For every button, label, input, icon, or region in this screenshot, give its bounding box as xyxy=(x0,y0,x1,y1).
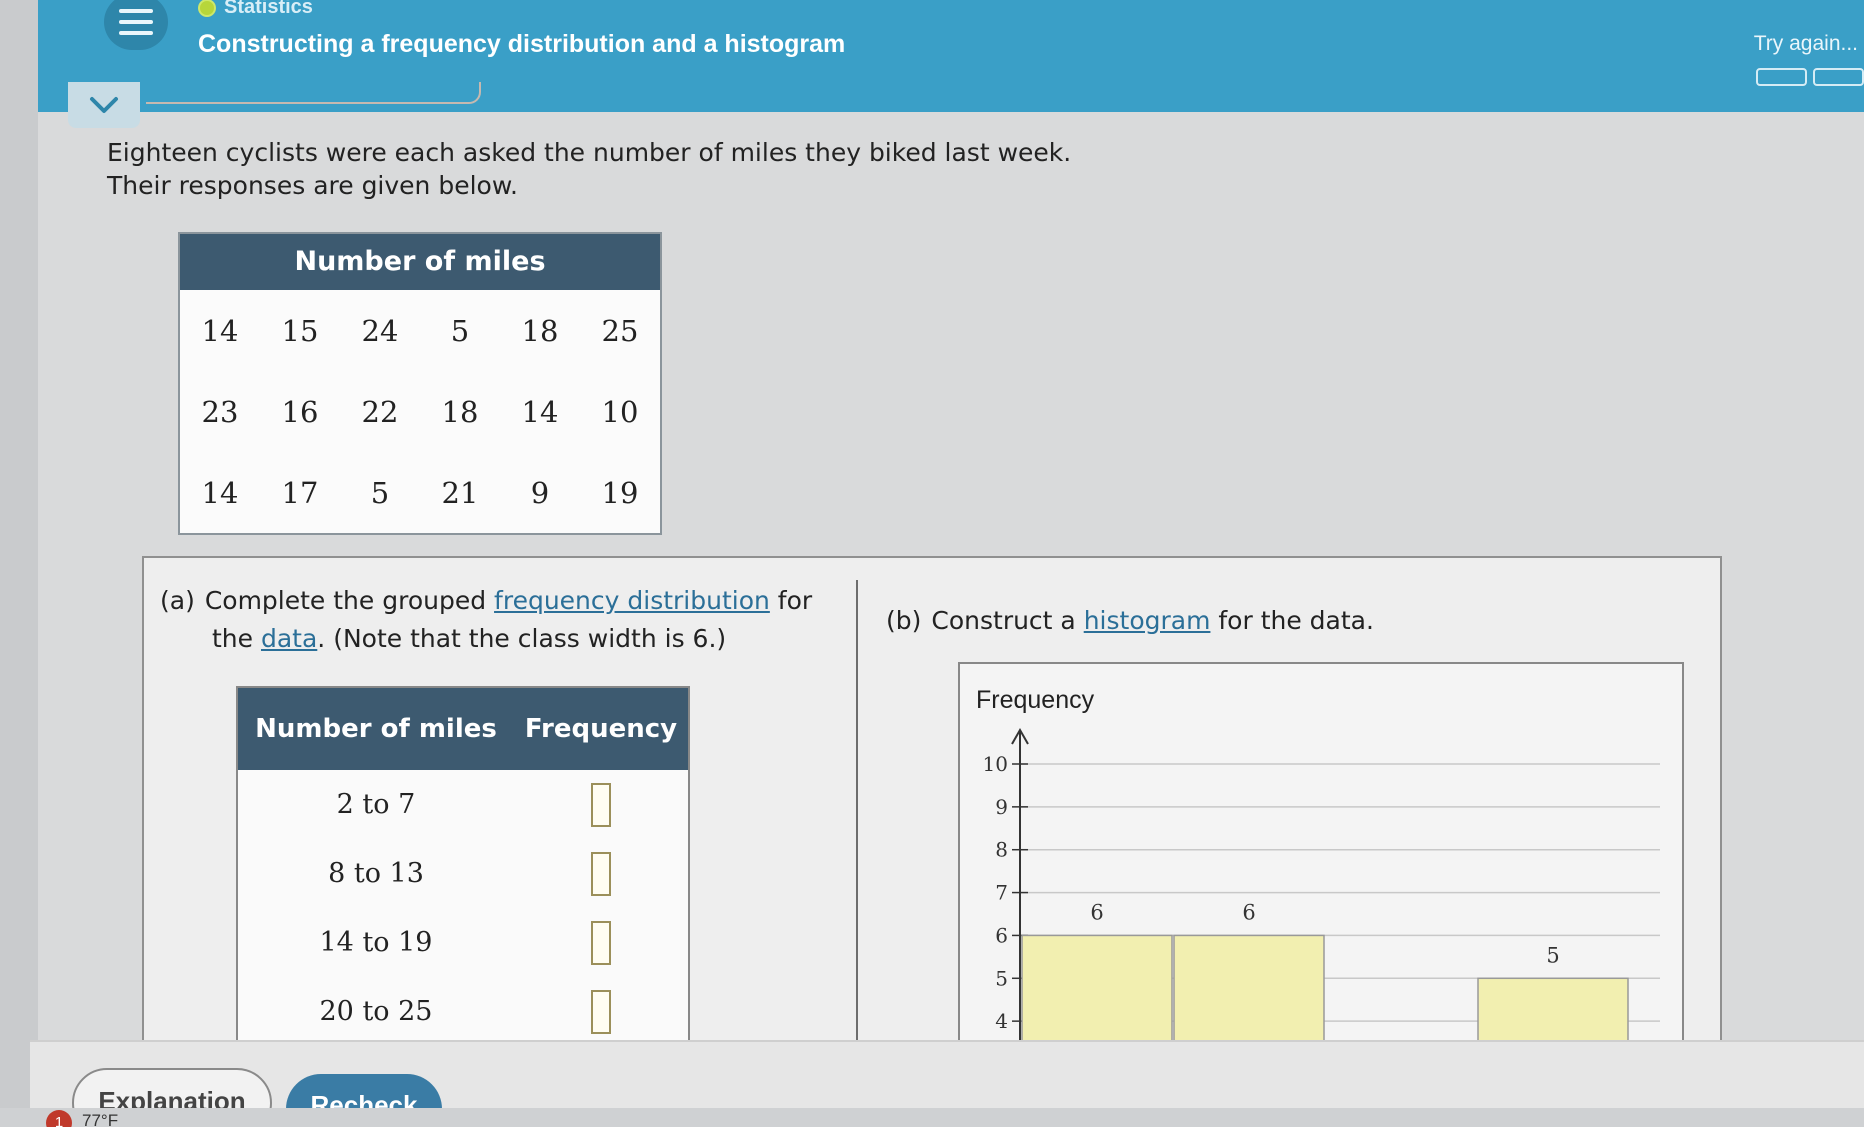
y-axis-label: Frequency xyxy=(976,686,1095,714)
part-a-text-2: for xyxy=(769,586,813,615)
frequency-input[interactable] xyxy=(591,782,611,827)
column-header-miles: Number of miles xyxy=(255,714,497,744)
table-cell: 18 xyxy=(521,313,559,348)
table-cell: 14 xyxy=(201,475,239,510)
data-table-header: Number of miles xyxy=(180,234,660,290)
y-tick-label: 5 xyxy=(995,966,1008,990)
part-a-prompt: (a) Complete the grouped frequency distri… xyxy=(160,582,830,658)
problem-intro: Eighteen cyclists were each asked the nu… xyxy=(107,136,1071,202)
menu-icon[interactable] xyxy=(104,0,168,50)
class-interval: 2 to 7 xyxy=(336,789,416,820)
collapse-button[interactable] xyxy=(68,82,140,128)
y-tick-label: 4 xyxy=(995,1009,1008,1033)
part-b-prompt: (b) Construct a histogram for the data. xyxy=(886,606,1374,635)
class-interval: 8 to 13 xyxy=(328,858,424,889)
chevron-down-icon xyxy=(90,97,118,113)
frequency-distribution-link[interactable]: frequency distribution xyxy=(494,586,770,615)
bar-value-label: 6 xyxy=(1242,900,1255,924)
part-a-text-1: Complete the grouped xyxy=(204,586,495,615)
table-row: 14 17 5 21 9 19 xyxy=(180,452,660,533)
frequency-input[interactable] xyxy=(591,851,611,896)
frequency-table: Number of miles Frequency 2 to 7 8 to 13… xyxy=(236,686,690,1048)
frequency-table-header: Number of miles Frequency xyxy=(238,688,688,770)
table-row: 8 to 13 xyxy=(238,839,688,908)
part-a-label: (a) xyxy=(160,586,195,615)
subject-label: Statistics xyxy=(198,0,313,19)
page-title: Constructing a frequency distribution an… xyxy=(198,30,846,58)
table-cell: 14 xyxy=(201,313,239,348)
data-table: Number of miles 14 15 24 5 18 25 23 16 2… xyxy=(178,232,662,535)
table-cell: 18 xyxy=(441,394,479,429)
part-b-text-1: Construct a xyxy=(931,606,1084,635)
table-cell: 23 xyxy=(201,394,239,429)
class-interval: 14 to 19 xyxy=(319,927,433,958)
subject-text: Statistics xyxy=(224,0,313,18)
table-cell: 14 xyxy=(521,394,559,429)
status-dot-icon xyxy=(198,0,216,17)
part-b-text-2: for the data. xyxy=(1210,606,1374,635)
frequency-input[interactable] xyxy=(591,920,611,965)
table-cell: 21 xyxy=(441,475,479,510)
intro-line-1: Eighteen cyclists were each asked the nu… xyxy=(107,138,1072,167)
progress-indicator xyxy=(1756,68,1864,86)
table-row: 14 to 19 xyxy=(238,908,688,977)
intro-line-2: Their responses are given below. xyxy=(107,171,518,200)
table-cell: 25 xyxy=(601,313,639,348)
table-row: 23 16 22 18 14 10 xyxy=(180,371,660,452)
table-cell: 15 xyxy=(281,313,319,348)
y-tick-label: 6 xyxy=(995,923,1008,947)
y-tick-label: 10 xyxy=(983,752,1008,776)
table-cell: 17 xyxy=(281,475,319,510)
bar-value-label: 5 xyxy=(1546,943,1559,967)
table-row: 20 to 25 xyxy=(238,977,688,1046)
table-cell: 5 xyxy=(450,313,470,348)
frequency-input[interactable] xyxy=(591,989,611,1034)
y-tick-label: 8 xyxy=(995,838,1008,862)
left-rail xyxy=(0,0,38,1127)
table-cell: 19 xyxy=(601,475,639,510)
table-cell: 5 xyxy=(370,475,390,510)
try-again-link[interactable]: Try again... xyxy=(1754,32,1858,56)
y-tick-label: 7 xyxy=(995,881,1008,905)
histogram-graph[interactable]: Frequency345678910665 xyxy=(958,662,1686,1084)
part-b-label: (b) xyxy=(886,606,922,635)
bar-value-label: 6 xyxy=(1090,900,1103,924)
table-cell: 22 xyxy=(361,394,399,429)
table-cell: 10 xyxy=(601,394,639,429)
table-row: 14 15 24 5 18 25 xyxy=(180,290,660,371)
panel-divider xyxy=(856,580,858,1080)
weather-temperature: 77°F xyxy=(82,1111,119,1127)
part-a-text-4: . (Note that the class width is 6.) xyxy=(317,624,727,653)
table-cell: 9 xyxy=(530,475,550,510)
table-row: 2 to 7 xyxy=(238,770,688,839)
data-link[interactable]: data xyxy=(261,624,317,653)
tab-divider xyxy=(146,82,481,104)
taskbar xyxy=(0,1108,1864,1127)
y-tick-label: 9 xyxy=(995,795,1008,819)
histogram-link[interactable]: histogram xyxy=(1084,606,1211,635)
table-cell: 24 xyxy=(361,313,399,348)
histogram-svg[interactable]: Frequency345678910665 xyxy=(960,664,1686,1084)
part-a-text-3: the xyxy=(212,624,261,653)
column-header-frequency: Frequency xyxy=(524,714,678,744)
class-interval: 20 to 25 xyxy=(319,996,433,1027)
table-cell: 16 xyxy=(281,394,319,429)
